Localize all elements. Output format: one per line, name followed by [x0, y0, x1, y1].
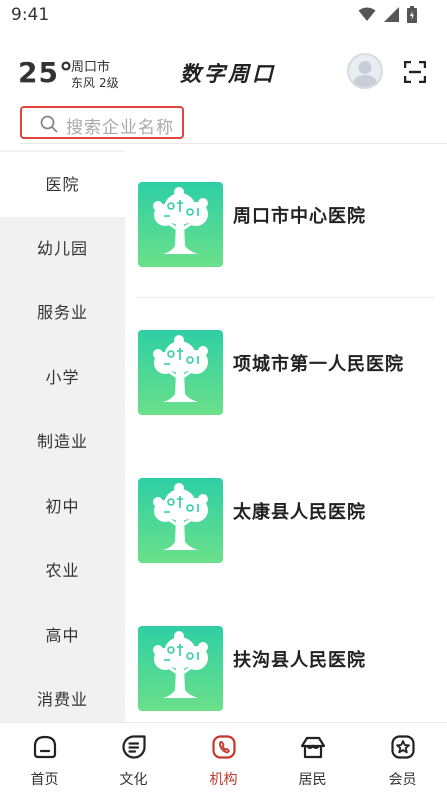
wifi-icon	[358, 7, 376, 21]
tree-logo-icon	[138, 330, 223, 415]
category-item-agriculture[interactable]: 农业	[0, 538, 125, 603]
organization-list: 周口市中心医院 项城市第一人民医院 太康县人民医院 扶沟县人民医院	[125, 150, 447, 722]
tab-member[interactable]: 会员	[358, 723, 447, 795]
search-input[interactable]: 搜索企业名称	[20, 106, 184, 139]
category-item-kindergarten[interactable]: 幼儿园	[0, 216, 125, 281]
search-placeholder: 搜索企业名称	[66, 118, 174, 138]
organization-name: 周口市中心医院	[233, 206, 366, 227]
tab-resident[interactable]: 居民	[268, 723, 357, 795]
weather-city: 周口市	[71, 60, 111, 75]
category-item-primary-school[interactable]: 小学	[0, 345, 125, 410]
user-icon	[352, 61, 378, 87]
tree-logo-icon	[138, 478, 223, 563]
header-divider	[20, 143, 447, 144]
organization-name: 太康县人民医院	[233, 502, 366, 523]
header: 25° 周口市 东风 2级 数字周口	[0, 44, 447, 104]
search-icon	[40, 115, 58, 133]
list-item[interactable]: 太康县人民医院	[125, 446, 447, 594]
status-bar: 9:41	[0, 0, 447, 32]
scan-icon[interactable]	[404, 61, 426, 83]
battery-icon	[407, 6, 417, 23]
category-item-manufacturing[interactable]: 制造业	[0, 409, 125, 474]
wind-level: 2级	[99, 76, 119, 90]
category-item-senior-high[interactable]: 高中	[0, 603, 125, 668]
member-icon	[391, 735, 415, 759]
category-item-service[interactable]: 服务业	[0, 280, 125, 345]
tab-label: 文化	[119, 772, 148, 788]
tab-label: 会员	[388, 772, 417, 788]
organization-name: 项城市第一人民医院	[233, 354, 404, 375]
signal-icon	[384, 7, 399, 22]
tab-label: 居民	[298, 772, 327, 788]
tab-culture[interactable]: 文化	[89, 723, 178, 795]
tab-label: 机构	[209, 772, 238, 788]
list-item[interactable]: 扶沟县人民医院	[125, 594, 447, 722]
category-item-junior-high[interactable]: 初中	[0, 474, 125, 539]
tab-institution[interactable]: 机构	[179, 723, 268, 795]
app-title: 数字周口	[180, 61, 276, 86]
status-time: 9:41	[11, 5, 50, 25]
tab-home[interactable]: 首页	[0, 723, 89, 795]
category-list: 医院 幼儿园 服务业 小学 制造业 初中 农业 高中 消费业	[0, 150, 125, 722]
culture-icon	[122, 735, 146, 759]
list-item[interactable]: 项城市第一人民医院	[125, 298, 447, 446]
category-item-hospital[interactable]: 医院	[0, 152, 125, 217]
avatar[interactable]	[347, 53, 383, 89]
bottom-navigation: 首页 文化 机构 居民 会员	[0, 722, 447, 795]
tab-label: 首页	[30, 772, 59, 788]
institution-icon	[212, 735, 236, 759]
wind-direction: 东风	[71, 76, 96, 90]
tree-logo-icon	[138, 182, 223, 267]
home-icon	[33, 735, 57, 759]
status-icons	[358, 6, 417, 23]
tree-logo-icon	[138, 626, 223, 711]
organization-name: 扶沟县人民医院	[233, 650, 366, 671]
category-item-consumer[interactable]: 消费业	[0, 667, 125, 722]
temperature: 25°	[18, 56, 74, 89]
list-item[interactable]: 周口市中心医院	[125, 150, 447, 298]
weather-wind: 东风 2级	[71, 74, 123, 91]
resident-icon	[300, 736, 326, 759]
